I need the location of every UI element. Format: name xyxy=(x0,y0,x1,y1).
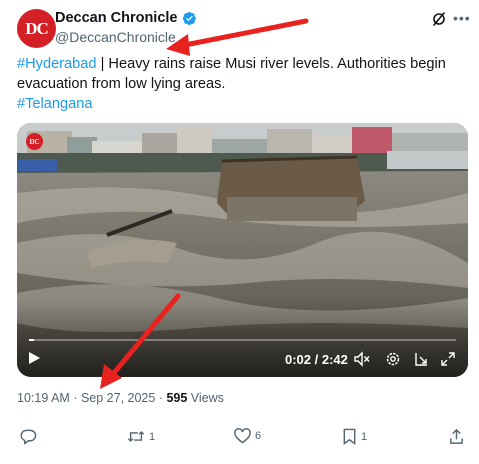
tweet-time[interactable]: 10:19 AM xyxy=(17,391,70,405)
video-controls: 0:02 / 2:42 xyxy=(17,345,468,371)
video-time: 0:02 / 2:42 xyxy=(285,352,348,367)
repost-count: 1 xyxy=(149,430,156,443)
bookmark-button[interactable]: 1 xyxy=(342,428,367,445)
like-count: 6 xyxy=(255,430,262,442)
video-progress-bar[interactable] xyxy=(29,339,456,341)
bookmark-count: 1 xyxy=(361,430,368,443)
views-count: 595 xyxy=(166,391,188,405)
mute-icon[interactable] xyxy=(354,351,370,367)
tweet-meta: 10:19 AM · Sep 27, 2025 · 595 Views xyxy=(17,391,224,405)
share-icon xyxy=(450,428,463,444)
separator-dot: · xyxy=(73,391,81,405)
tweet-text: #Hyderabad | Heavy rains raise Musi rive… xyxy=(17,54,457,114)
play-icon[interactable] xyxy=(27,351,41,365)
verified-badge-icon xyxy=(182,11,196,25)
action-bar: 1 6 1 xyxy=(0,428,479,450)
hashtag-hyderabad[interactable]: #Hyderabad xyxy=(17,56,97,72)
grok-icon[interactable] xyxy=(431,11,447,27)
tweet-card: DC Deccan Chronicle @DeccanChronicle •••… xyxy=(0,0,479,464)
display-name[interactable]: Deccan Chronicle xyxy=(55,10,178,26)
video-player[interactable]: DC 0:02 / 2:42 xyxy=(17,123,468,377)
reply-icon xyxy=(20,429,37,445)
watermark-logo: DC xyxy=(26,133,43,150)
picture-in-picture-icon[interactable] xyxy=(413,351,429,367)
share-button[interactable] xyxy=(449,428,464,445)
fullscreen-icon[interactable] xyxy=(440,351,456,367)
repost-icon xyxy=(127,431,145,442)
tweet-date[interactable]: Sep 27, 2025 xyxy=(81,391,155,405)
avatar[interactable]: DC xyxy=(17,9,56,48)
more-options-icon[interactable]: ••• xyxy=(453,10,471,26)
reply-button[interactable] xyxy=(20,428,41,445)
views-label: Views xyxy=(190,391,224,405)
repost-button[interactable]: 1 xyxy=(127,428,155,445)
settings-gear-icon[interactable] xyxy=(385,351,401,367)
hashtag-telangana[interactable]: #Telangana xyxy=(17,96,92,112)
bookmark-icon xyxy=(343,428,356,445)
author-name-row[interactable]: Deccan Chronicle xyxy=(55,10,197,26)
heart-icon xyxy=(234,428,251,444)
like-button[interactable]: 6 xyxy=(234,428,261,444)
video-progress-fill xyxy=(29,339,35,341)
annotation-arrow-handle xyxy=(166,18,309,56)
user-handle[interactable]: @DeccanChronicle xyxy=(55,29,176,45)
